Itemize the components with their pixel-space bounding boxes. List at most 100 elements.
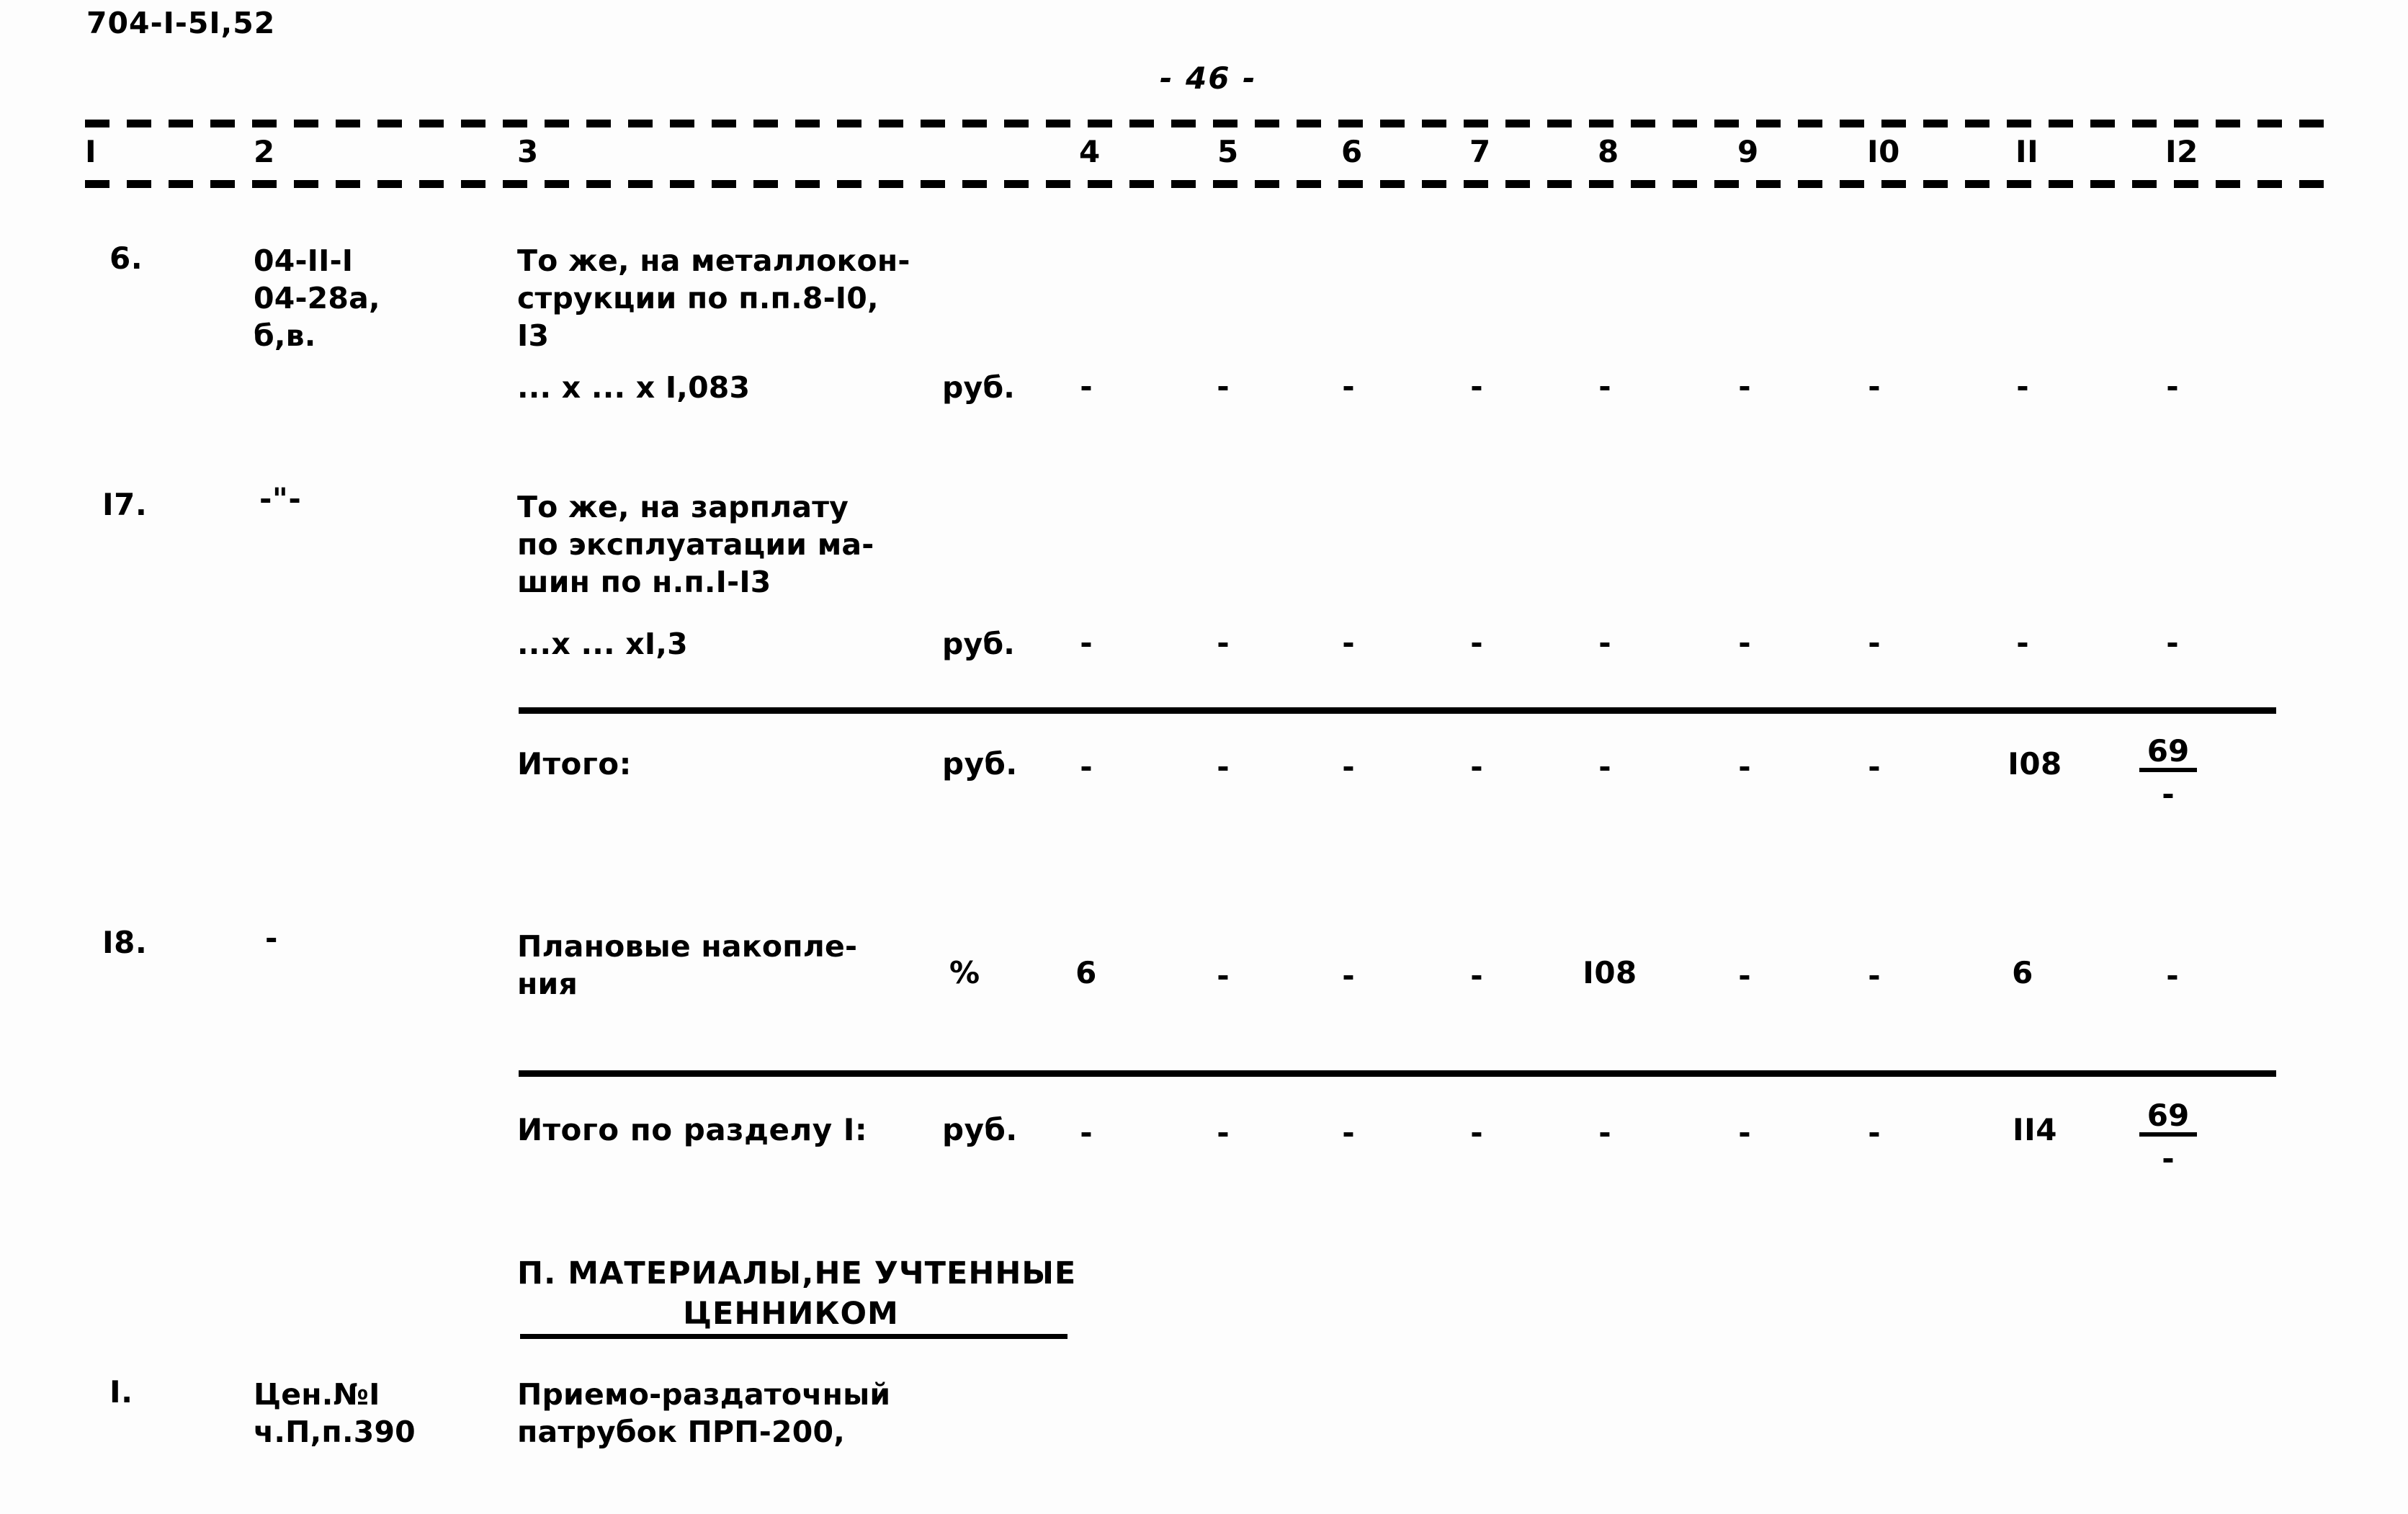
total-2-value-col6: - — [1342, 1115, 1355, 1150]
row-6-value-col10: - — [1868, 369, 1881, 404]
scanned-document-page: 704-I-5I,52 - 46 - I 2 3 4 5 6 7 8 9 I0 … — [0, 0, 2408, 1514]
column-header-1: I — [85, 134, 97, 169]
row-6-value-col6: - — [1342, 369, 1355, 404]
row-6-value-col11: - — [2016, 369, 2029, 404]
column-header-12: I2 — [2165, 134, 2198, 169]
last-row-number: I. — [109, 1374, 133, 1410]
subtotal-rule-1 — [519, 707, 2276, 714]
row-6-code-line-3: б,в. — [254, 318, 316, 353]
row-6-value-col9: - — [1738, 369, 1751, 404]
row-18-description-line-2: ния — [517, 967, 578, 1001]
header-bottom-rule — [85, 180, 2340, 188]
total-1-value-col6: - — [1342, 749, 1355, 784]
total-2-label: Итого по разделу I: — [517, 1112, 868, 1147]
total-2-value-col11: II4 — [2013, 1112, 2057, 1147]
column-header-9: 9 — [1737, 134, 1759, 169]
total-1-value-col7: - — [1470, 749, 1483, 784]
row-17-number: I7. — [102, 487, 148, 522]
section-heading-line-2: ЦЕННИКОМ — [683, 1296, 899, 1332]
column-header-3: 3 — [517, 134, 539, 169]
row-6-value-col4: - — [1080, 369, 1093, 404]
row-6-value-col7: - — [1470, 369, 1483, 404]
row-17-value-col5: - — [1217, 625, 1230, 660]
row-18-value-col10: - — [1868, 958, 1881, 993]
row-6-description-line-3: I3 — [517, 318, 550, 353]
row-18-value-col5: - — [1217, 958, 1230, 993]
row-18-number: I8. — [102, 925, 148, 960]
column-header-4: 4 — [1079, 134, 1101, 169]
total-1-value-col10: - — [1868, 749, 1881, 784]
row-6-value-col12: - — [2166, 369, 2179, 404]
page-number: - 46 - — [1160, 61, 1257, 96]
row-18-value-col8: I08 — [1583, 955, 1637, 990]
row-17-value-col9: - — [1738, 625, 1751, 660]
column-header-5: 5 — [1217, 134, 1239, 169]
column-header-8: 8 — [1598, 134, 1619, 169]
total-1-col12-denominator: - — [2162, 776, 2175, 812]
column-header-10: I0 — [1867, 134, 1900, 169]
row-18-value-col9: - — [1738, 958, 1751, 993]
total-1-value-col9: - — [1738, 749, 1751, 784]
last-row-code-line-2: ч.П,п.390 — [254, 1415, 416, 1449]
row-17-formula: ...х ... хI,3 — [517, 627, 688, 661]
row-18-unit: % — [949, 955, 980, 990]
row-17-value-col8: - — [1598, 625, 1611, 660]
total-1-value-col12: 69 - — [2139, 736, 2197, 810]
section-heading-underline — [520, 1334, 1068, 1339]
total-1-value-col4: - — [1080, 749, 1093, 784]
row-17-value-col7: - — [1470, 625, 1483, 660]
row-6-value-col8: - — [1598, 369, 1611, 404]
row-18-value-col7: - — [1470, 958, 1483, 993]
document-code: 704-I-5I,52 — [86, 6, 276, 40]
total-2-unit: руб. — [942, 1112, 1018, 1147]
row-17-description-line-3: шин по н.п.I-I3 — [517, 565, 771, 599]
section-heading-line-1: П. МАТЕРИАЛЫ,НЕ УЧТЕННЫЕ — [517, 1255, 1077, 1291]
row-17-value-col12: - — [2166, 625, 2179, 660]
last-row-code-line-1: Цен.№I — [254, 1377, 380, 1412]
row-18-value-col4: 6 — [1075, 955, 1097, 990]
row-6-code-line-2: 04-28а, — [254, 281, 380, 315]
row-17-description-line-1: То же, на зарплату — [517, 490, 849, 524]
column-header-11: II — [2015, 134, 2039, 169]
last-row-description-line-1: Приемо-раздаточный — [517, 1377, 891, 1412]
total-1-value-col8: - — [1598, 749, 1611, 784]
total-1-unit: руб. — [942, 746, 1018, 781]
row-18-value-col6: - — [1342, 958, 1355, 993]
total-2-value-col12: 69 - — [2139, 1101, 2197, 1174]
total-2-col12-denominator: - — [2162, 1141, 2175, 1176]
total-1-value-col5: - — [1217, 749, 1230, 784]
row-18-value-col12: - — [2166, 958, 2179, 993]
total-1-label: Итого: — [517, 746, 632, 781]
total-2-value-col5: - — [1217, 1115, 1230, 1150]
row-18-description-line-1: Плановые накопле- — [517, 929, 858, 964]
row-18-value-col11: 6 — [2012, 955, 2033, 990]
total-2-value-col9: - — [1738, 1115, 1751, 1150]
header-top-rule — [85, 120, 2340, 127]
row-18-code: - — [265, 921, 278, 956]
row-17-unit: руб. — [942, 627, 1016, 661]
total-1-value-col11: I08 — [2008, 746, 2062, 781]
row-6-unit: руб. — [942, 370, 1016, 405]
row-17-value-col4: - — [1080, 625, 1093, 660]
total-1-col12-numerator: 69 — [2139, 736, 2197, 772]
subtotal-rule-2 — [519, 1070, 2276, 1077]
total-2-value-col10: - — [1868, 1115, 1881, 1150]
row-17-value-col10: - — [1868, 625, 1881, 660]
row-17-value-col6: - — [1342, 625, 1355, 660]
total-2-col12-numerator: 69 — [2139, 1101, 2197, 1137]
row-6-value-col5: - — [1217, 369, 1230, 404]
last-row-description-line-2: патрубок ПРП-200, — [517, 1415, 845, 1449]
row-17-description-line-2: по эксплуатации ма- — [517, 527, 874, 562]
total-2-value-col8: - — [1598, 1115, 1611, 1150]
total-2-value-col7: - — [1470, 1115, 1483, 1150]
column-header-6: 6 — [1341, 134, 1363, 169]
row-6-number: 6. — [109, 241, 143, 276]
row-17-value-col11: - — [2016, 625, 2029, 660]
column-header-7: 7 — [1469, 134, 1491, 169]
row-6-description-line-1: То же, на металлокон- — [517, 243, 910, 278]
column-header-2: 2 — [254, 134, 275, 169]
row-6-description-line-2: струкции по п.п.8-I0, — [517, 281, 879, 315]
row-17-ditto-mark: -"- — [259, 481, 302, 516]
total-2-value-col4: - — [1080, 1115, 1093, 1150]
row-6-code-line-1: 04-II-I — [254, 243, 354, 278]
